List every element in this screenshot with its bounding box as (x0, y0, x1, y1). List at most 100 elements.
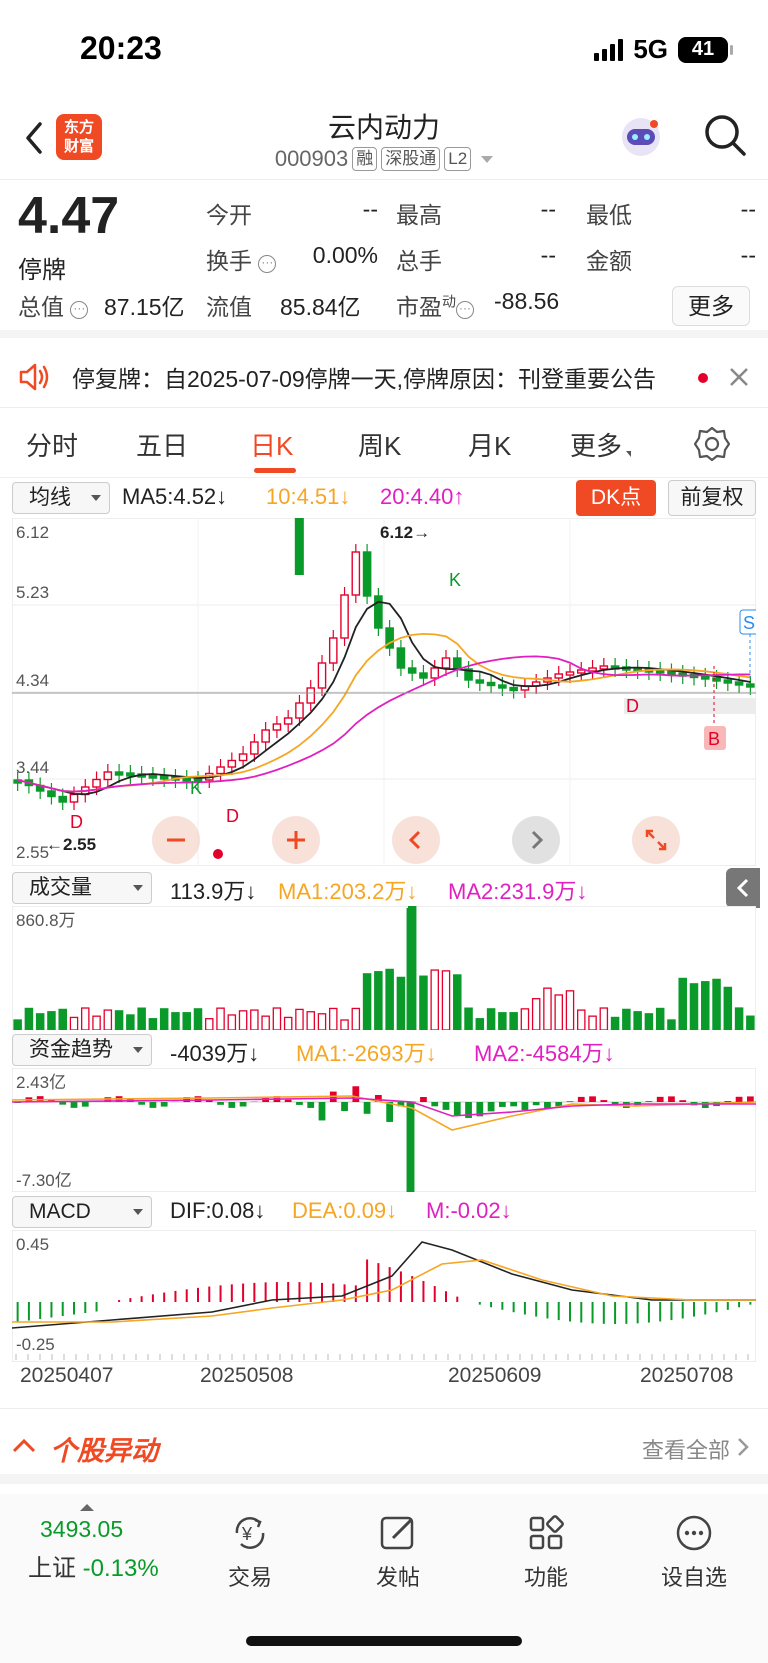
zoom-in-button[interactable] (272, 816, 320, 864)
volume-bar (655, 1007, 665, 1030)
volume-bar (317, 1013, 327, 1030)
macd-selector[interactable]: MACD (12, 1196, 152, 1228)
fund-bar (296, 1102, 303, 1105)
caret-icon (626, 451, 632, 457)
fund-selector[interactable]: 资金趋势 (12, 1034, 152, 1066)
more-circle-icon (676, 1515, 712, 1551)
candle-body (486, 681, 496, 687)
index-value[interactable]: 3493.05 (40, 1516, 123, 1543)
chevron-right-icon (531, 830, 544, 850)
fund-bar (284, 1099, 292, 1102)
volume-bar (746, 1015, 755, 1030)
expand-icon (645, 829, 667, 851)
close-icon[interactable] (728, 366, 750, 388)
stock-header: 东方 财富 云内动力 000903 融 深股通 L2 (0, 100, 768, 180)
volume-bar (81, 1007, 90, 1030)
status-time: 20:23 (80, 30, 162, 66)
volume-bar (588, 1015, 597, 1030)
search-icon[interactable] (702, 112, 748, 158)
date-label: 20250508 (200, 1364, 294, 1387)
index-change[interactable]: 上证 -0.13% (28, 1548, 159, 1583)
volume-bar (351, 1007, 361, 1030)
pan-left-button[interactable] (392, 816, 440, 864)
fund-bar (59, 1102, 67, 1105)
fullscreen-button[interactable] (632, 816, 680, 864)
candle-body (148, 774, 158, 779)
suspension-notice[interactable]: 停复牌：自2025-07-09停牌一天,停牌原因：刊登重要公告 (0, 346, 768, 408)
nav-trade[interactable]: ¥ 交易 (200, 1512, 300, 1592)
fund-bar (160, 1102, 168, 1107)
zoom-out-button[interactable] (152, 816, 200, 864)
view-all-link[interactable]: 查看全部 (642, 1433, 730, 1465)
fund-bar (724, 1101, 732, 1102)
candle-body (700, 675, 710, 680)
info-icon[interactable]: ··· (456, 301, 474, 319)
candle-body (419, 672, 428, 679)
info-icon[interactable]: ··· (258, 255, 277, 273)
last-price: 4.47 (18, 187, 120, 245)
candle-body (723, 679, 733, 684)
y-axis-4: 3.44 (16, 758, 49, 777)
volume-bar (385, 968, 394, 1030)
volume-bar (441, 970, 451, 1030)
tab-daily-k[interactable]: 日K (250, 426, 293, 463)
tab-monthly-k[interactable]: 月K (468, 426, 511, 463)
candle-body (238, 753, 248, 762)
quote-panel: 4.47 停牌 今开 -- 最高 -- 最低 -- 换手 ··· 0.00% 总… (0, 182, 768, 338)
volume-bar (565, 990, 575, 1030)
candle-body (69, 793, 79, 803)
candle-body (328, 637, 338, 664)
volume-selector[interactable]: 成交量 (12, 872, 152, 904)
nav-functions[interactable]: 功能 (496, 1512, 596, 1592)
tab-five-day[interactable]: 五日 (136, 426, 188, 463)
y-axis-bottom: 2.55 (16, 843, 49, 862)
gear-icon[interactable] (694, 426, 730, 462)
nav-watchlist-settings[interactable]: 设自选 (644, 1512, 744, 1592)
tag-margin: 融 (352, 147, 378, 171)
volume-bar (453, 974, 462, 1030)
fund-bar (307, 1102, 315, 1108)
nav-post[interactable]: 发帖 (348, 1512, 448, 1592)
chevron-up-icon[interactable] (12, 1437, 36, 1453)
volume-bar (148, 1018, 158, 1030)
candle-body (216, 766, 225, 775)
volume-bar (464, 1007, 473, 1030)
volume-bar (396, 976, 406, 1030)
pe-ratio: -88.56 (494, 288, 560, 314)
candle-body (351, 551, 361, 596)
forward-adjust-button[interactable]: 前复权 (668, 480, 756, 516)
fund-bar (668, 1096, 675, 1102)
candle-body (498, 684, 507, 689)
volume-bar (227, 1014, 237, 1030)
minus-icon (167, 838, 185, 842)
caret-up-icon[interactable] (80, 1504, 94, 1511)
fund-bar (645, 1101, 653, 1102)
unread-dot (698, 373, 708, 383)
pan-right-button[interactable] (512, 816, 560, 864)
fund-bar (406, 1102, 415, 1192)
kline-chart[interactable]: 6.12 5.23 4.34 3.44 2.55 6.12→ ←2.55 K K… (12, 518, 756, 866)
candle-body (396, 647, 406, 669)
dk-point-button[interactable]: DK点 (576, 480, 656, 516)
tab-intraday[interactable]: 分时 (26, 426, 78, 463)
tab-more[interactable]: 更多 (570, 426, 632, 463)
candle-body (272, 723, 282, 731)
fund-bar (589, 1096, 596, 1102)
ma20-value: 20:4.40↑ (380, 484, 465, 509)
info-icon[interactable]: ··· (70, 301, 89, 319)
stock-movement-section[interactable]: 个股异动 查看全部 (0, 1408, 768, 1484)
fund-bar (656, 1096, 664, 1102)
chevron-right-icon (738, 1438, 749, 1456)
tab-weekly-k[interactable]: 周K (358, 426, 401, 463)
fund-bar (352, 1086, 360, 1102)
fund-bar (600, 1100, 608, 1102)
fund-bar (149, 1102, 157, 1108)
ma-selector[interactable]: 均线 (12, 482, 110, 514)
volume-bar (419, 975, 428, 1030)
candle-body (509, 686, 518, 692)
volume-ma2: MA2:231.9万↓ (448, 879, 588, 904)
more-quote-button[interactable]: 更多 (672, 286, 750, 326)
volume-bar (509, 1012, 518, 1030)
date-label: 20250609 (448, 1364, 542, 1387)
robot-assistant-icon[interactable] (616, 112, 666, 162)
